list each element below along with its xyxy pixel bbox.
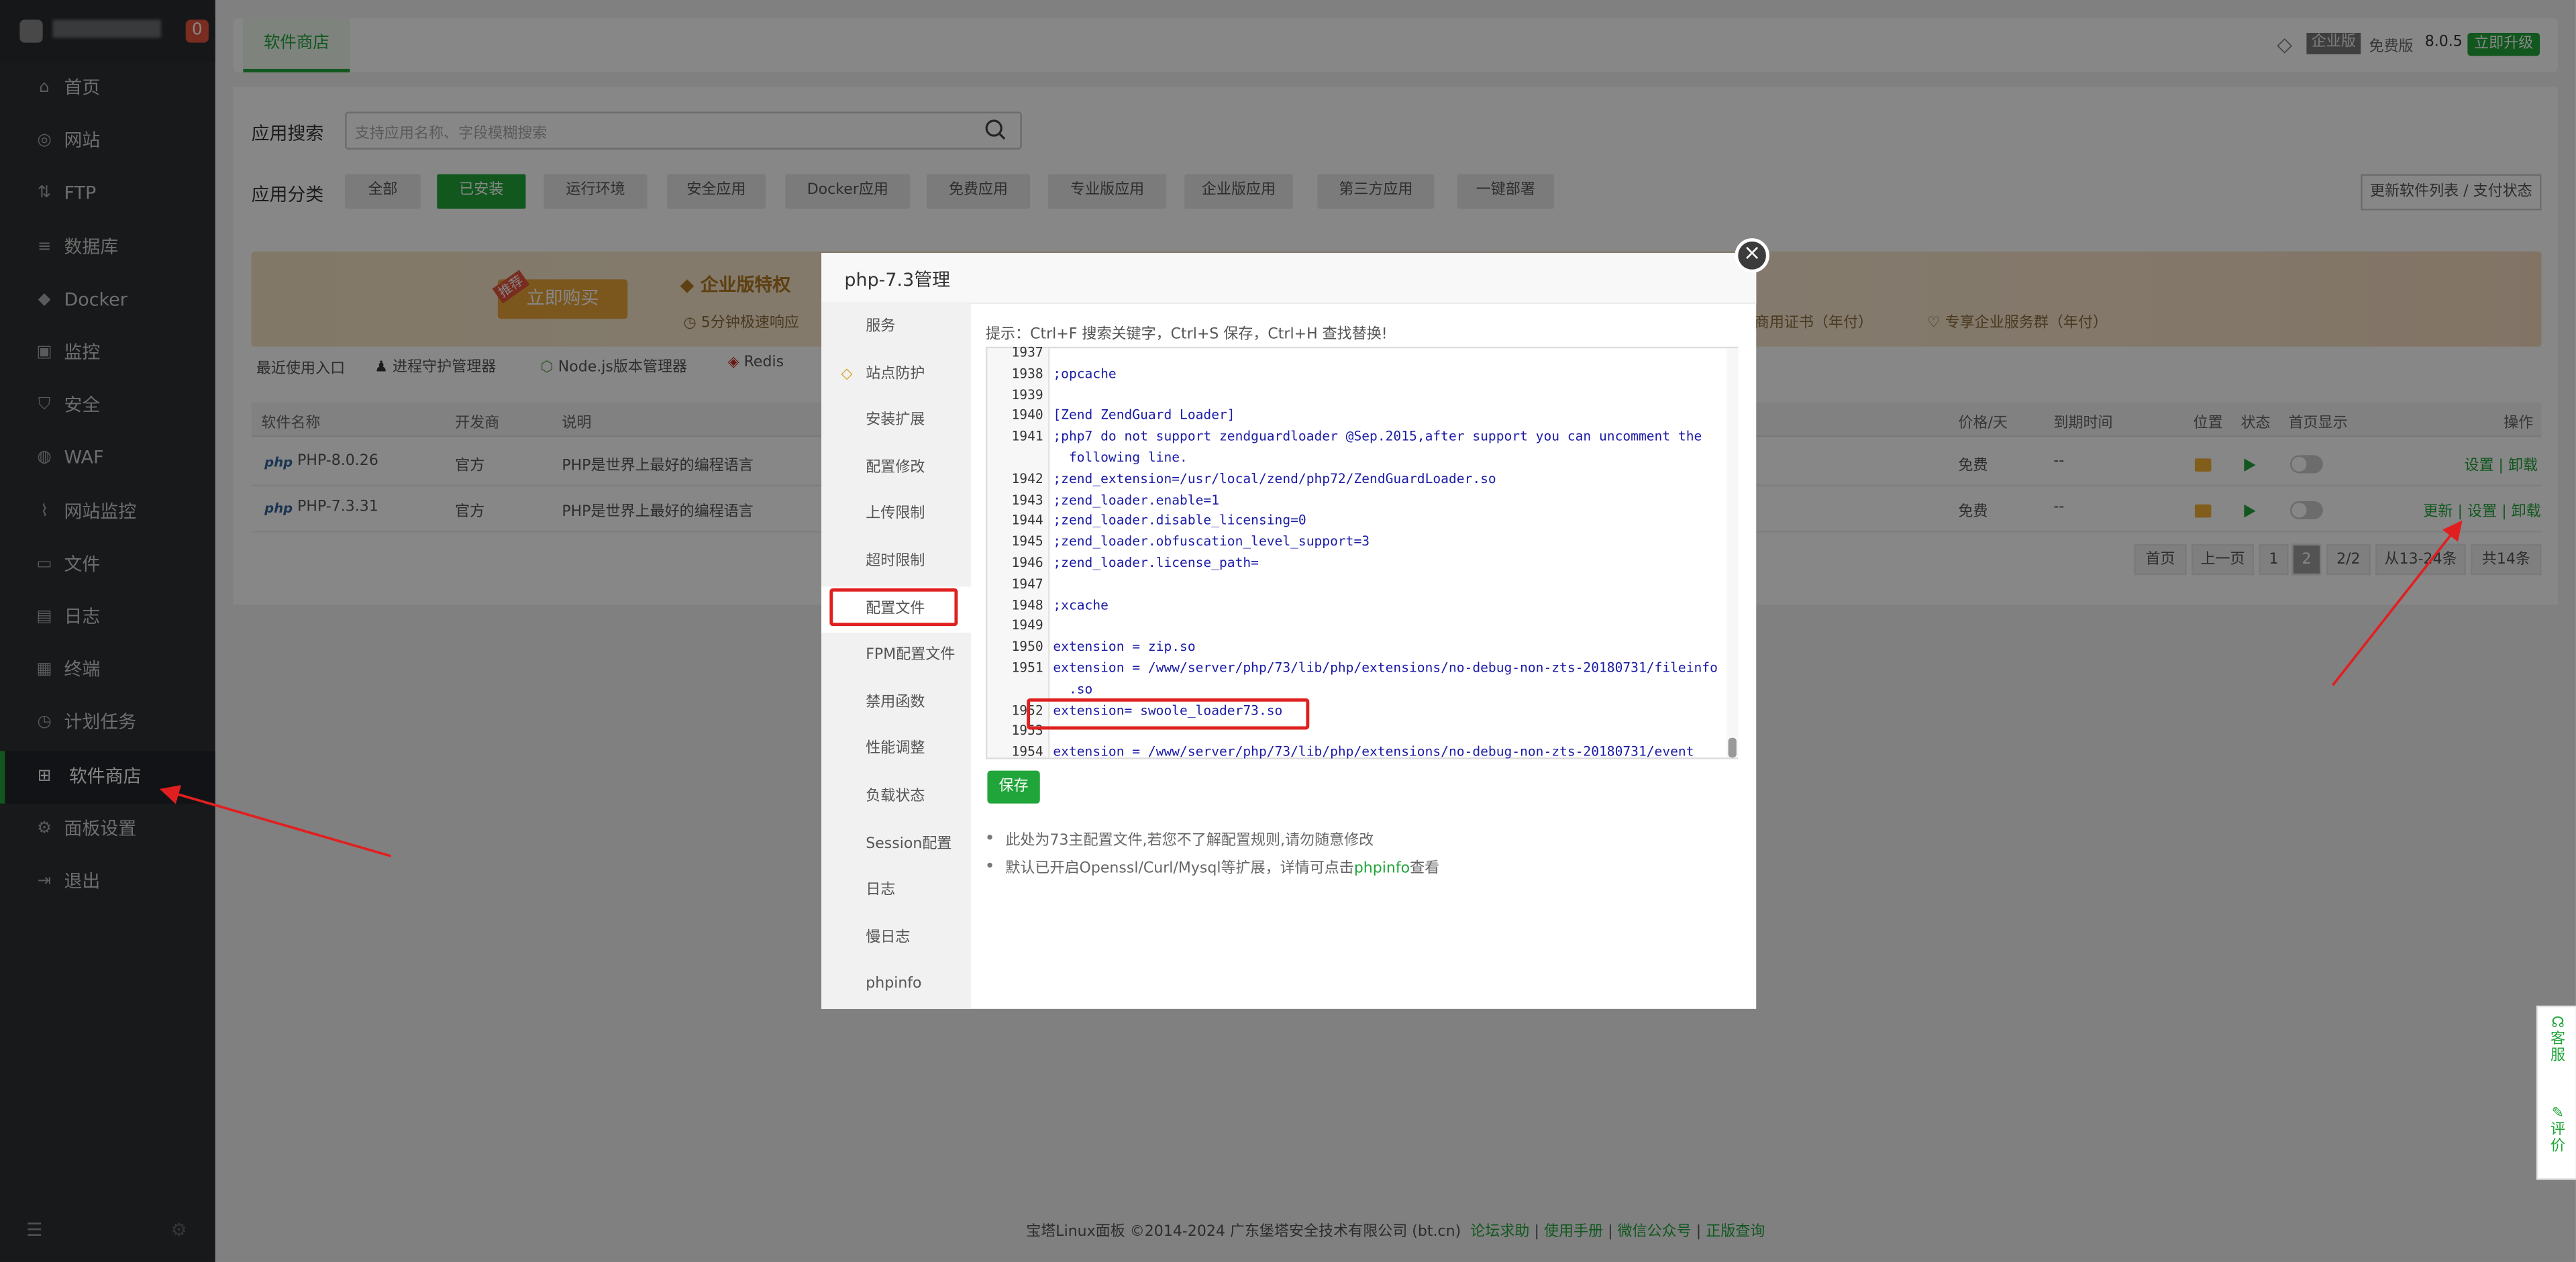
code-line[interactable]: ;zend_loader.disable_licensing=0 — [1053, 513, 1306, 528]
review-button[interactable]: ✎ 评价 — [2546, 1106, 2569, 1155]
dialog-menu-item[interactable]: 日志 — [821, 868, 971, 914]
editor-scroll-thumb[interactable] — [1728, 737, 1737, 758]
code-line[interactable]: ;zend_loader.enable=1 — [1053, 492, 1219, 507]
extension-note: 默认已开启Openssl/Curl/Mysql等扩展，详情可点击phpinfo查… — [1005, 856, 1440, 878]
extension-note-suffix: 查看 — [1410, 861, 1440, 878]
dialog-title: php-7.3管理 — [844, 269, 951, 291]
code-line[interactable]: extension = zip.so — [1053, 639, 1195, 654]
dialog-menu-item[interactable]: Session配置 — [821, 821, 971, 867]
code-line[interactable]: ;zend_extension=/usr/local/zend/php72/Ze… — [1053, 471, 1496, 486]
site-protect-icon: ◇ — [841, 366, 853, 382]
code-line[interactable]: following line. — [1053, 450, 1188, 465]
highlight-config-file-menu — [829, 588, 958, 627]
dialog-menu-item[interactable]: 安装扩展 — [821, 398, 971, 444]
bullet — [987, 835, 992, 840]
dialog-menu-label: 日志 — [866, 882, 896, 900]
close-icon[interactable]: × — [1735, 238, 1769, 273]
line-number: 1947 — [1011, 576, 1043, 592]
line-number: 1942 — [1011, 471, 1043, 486]
dialog-menu-label: FPM配置文件 — [866, 647, 956, 664]
review-label: 评价 — [2550, 1122, 2566, 1155]
dialog-menu-item[interactable]: phpinfo — [821, 962, 971, 1008]
line-number: 1937 — [1011, 345, 1043, 360]
config-warning-note: 此处为73主配置文件,若您不了解配置规则,请勿随意修改 — [1005, 833, 1374, 850]
dialog-menu-item[interactable]: 禁用函数 — [821, 680, 971, 726]
dialog-menu-item[interactable]: 慢日志 — [821, 915, 971, 961]
code-line[interactable]: extension = /www/server/php/73/lib/php/e… — [1053, 745, 1694, 759]
code-line[interactable]: .so — [1053, 682, 1092, 696]
line-number: 1941 — [1011, 429, 1043, 444]
highlight-swoole-line — [1027, 698, 1310, 730]
dialog-menu-label: phpinfo — [866, 976, 922, 994]
line-number: 1951 — [1011, 660, 1043, 676]
dialog-menu-item[interactable]: 负载状态 — [821, 774, 971, 821]
save-button[interactable]: 保存 — [987, 770, 1040, 804]
dialog-menu-label: 超时限制 — [866, 554, 925, 570]
dialog-menu-item[interactable]: ◇ 站点防护 — [821, 351, 971, 397]
line-number: 1943 — [1011, 492, 1043, 507]
dialog-menu-label: 安装扩展 — [866, 413, 925, 429]
code-line[interactable]: ;xcache — [1053, 598, 1109, 613]
dialog-menu-label: Session配置 — [866, 835, 952, 853]
customer-service-button[interactable]: ☊ 客服 — [2546, 1016, 2569, 1065]
dialog-menu-item[interactable]: 配置修改 — [821, 445, 971, 491]
customer-service-label: 客服 — [2550, 1032, 2566, 1065]
dialog-header — [821, 253, 1757, 305]
headset-icon: ☊ — [2551, 1015, 2565, 1033]
dialog-menu-label: 禁用函数 — [866, 694, 925, 712]
dialog-menu-item[interactable]: FPM配置文件 — [821, 633, 971, 679]
line-number: 1945 — [1011, 534, 1043, 549]
phpinfo-link[interactable]: phpinfo — [1354, 861, 1410, 877]
dialog-menu-item[interactable]: 服务 — [821, 304, 971, 350]
code-line[interactable]: ;opcache — [1053, 366, 1116, 381]
line-number: 1946 — [1011, 555, 1043, 570]
editor-hint: 提示：Ctrl+F 搜索关键字，Ctrl+S 保存，Ctrl+H 查找替换! — [985, 327, 1388, 344]
extension-note-text: 默认已开启Openssl/Curl/Mysql等扩展，详情可点击 — [1005, 861, 1354, 878]
dialog-menu-label: 服务 — [866, 319, 896, 335]
dialog-menu-label: 上传限制 — [866, 507, 925, 523]
dialog-menu-item[interactable]: 性能调整 — [821, 727, 971, 774]
code-line[interactable]: ;zend_loader.license_path= — [1053, 556, 1259, 570]
dialog-menu-label: 负载状态 — [866, 788, 925, 806]
line-number: 1950 — [1011, 639, 1043, 655]
line-number: 1949 — [1011, 618, 1043, 633]
line-number: 1948 — [1011, 597, 1043, 613]
dialog-menu-item[interactable]: 上传限制 — [821, 492, 971, 538]
editor-scrollbar[interactable] — [1727, 348, 1739, 758]
code-line[interactable]: [Zend ZendGuard Loader] — [1053, 408, 1235, 423]
code-line[interactable]: ;php7 do not support zendguardloader @Se… — [1053, 429, 1702, 444]
bullet — [987, 862, 992, 868]
dialog-menu-label: 配置修改 — [866, 460, 925, 476]
edit-icon: ✎ — [2551, 1106, 2565, 1122]
line-number: 1940 — [1011, 408, 1043, 423]
dialog-menu-item[interactable]: 超时限制 — [821, 539, 971, 585]
dialog-menu-label: 站点防护 — [866, 366, 925, 382]
code-line[interactable]: ;zend_loader.obfuscation_level_support=3 — [1053, 534, 1370, 549]
line-number: 1954 — [1011, 744, 1043, 759]
line-number: 1939 — [1011, 387, 1043, 403]
code-line[interactable]: extension = /www/server/php/73/lib/php/e… — [1053, 661, 1718, 676]
dialog-menu-label: 性能调整 — [866, 741, 925, 759]
line-number: 1938 — [1011, 366, 1043, 381]
line-number: 1944 — [1011, 513, 1043, 529]
dialog-menu-label: 慢日志 — [866, 929, 911, 947]
